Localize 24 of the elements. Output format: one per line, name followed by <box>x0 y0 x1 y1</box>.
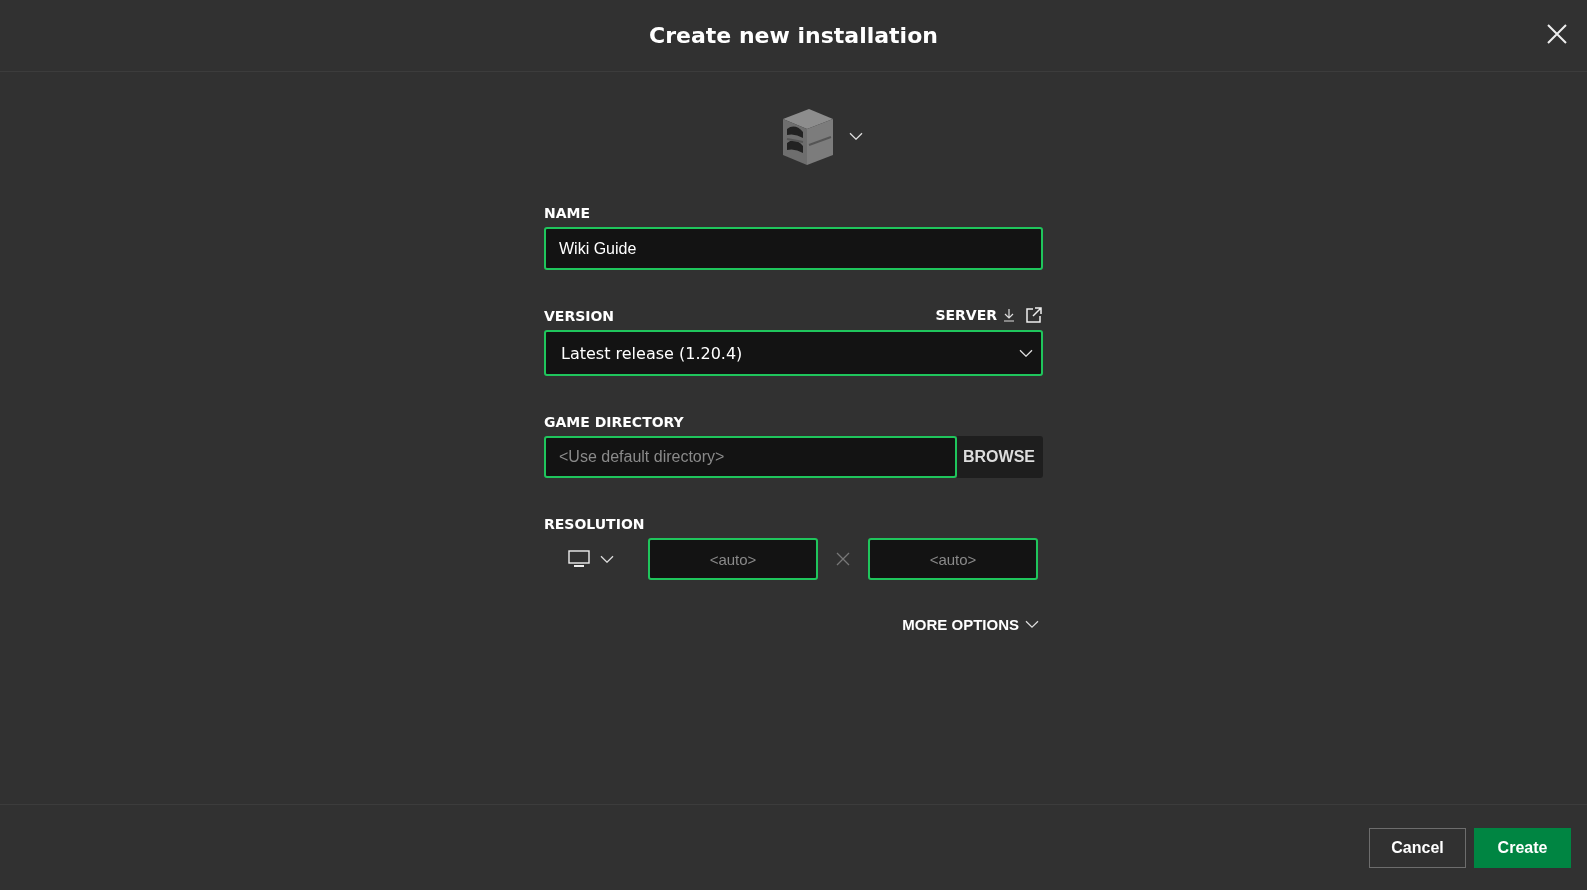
server-link[interactable]: SERVER <box>935 307 997 323</box>
download-icon <box>1003 308 1015 322</box>
field-label: VERSION <box>544 308 615 324</box>
field-label: GAME DIRECTORY <box>544 414 684 430</box>
cancel-button[interactable]: Cancel <box>1369 827 1466 868</box>
multiply-icon <box>836 552 850 566</box>
create-button[interactable]: Create <box>1474 827 1571 868</box>
chevron-down-icon <box>1019 348 1033 358</box>
dialog-title: Create new installation <box>649 23 938 48</box>
more-options-button[interactable]: MORE OPTIONS <box>902 616 1039 633</box>
field-label: RESOLUTION <box>544 516 645 532</box>
chevron-down-icon <box>848 131 863 141</box>
name-input[interactable]: Wiki Guide <box>544 227 1043 270</box>
browse-button[interactable]: BROWSE <box>957 436 1043 478</box>
width-input[interactable]: <auto> <box>648 538 818 580</box>
directory-input[interactable]: <Use default directory> <box>544 436 957 478</box>
height-input[interactable]: <auto> <box>868 538 1038 580</box>
field-label: NAME <box>544 205 591 221</box>
version-dropdown[interactable]: Latest release (1.20.4) <box>544 330 1043 376</box>
chevron-down-icon <box>600 554 614 564</box>
chevron-down-icon <box>1025 620 1039 629</box>
close-icon[interactable] <box>1545 22 1569 46</box>
external-link-icon[interactable] <box>1025 306 1043 324</box>
monitor-icon <box>568 550 590 568</box>
